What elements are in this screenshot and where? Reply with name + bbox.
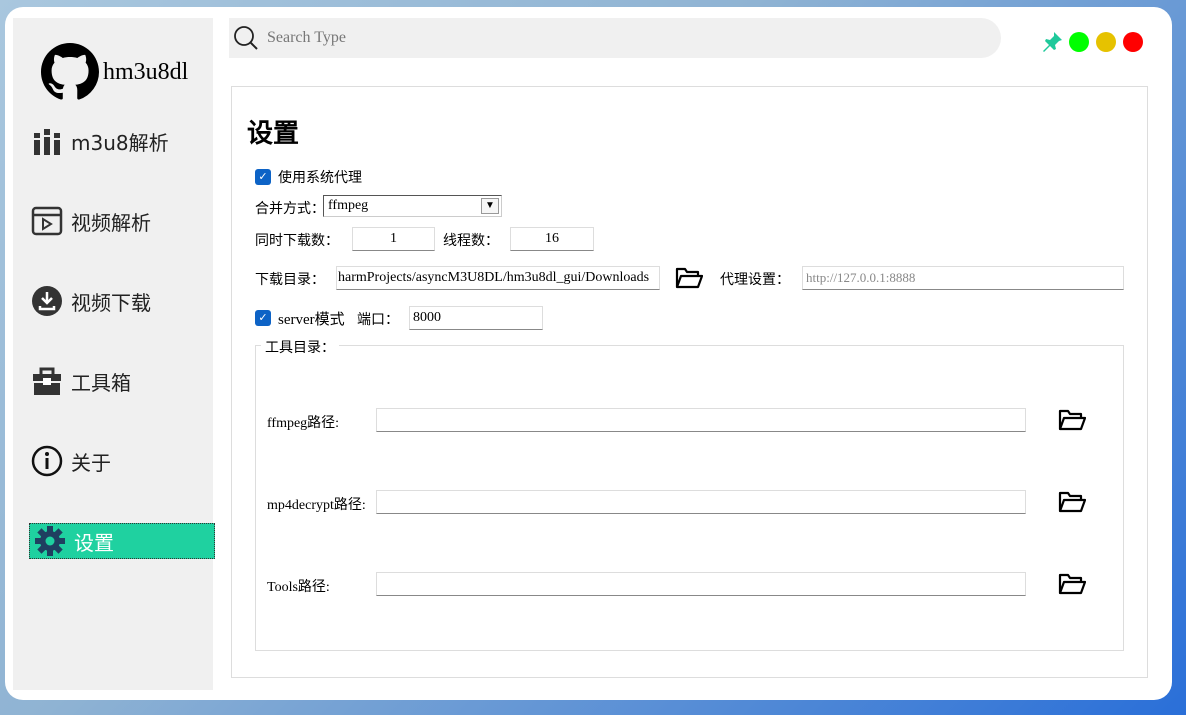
maximize-button[interactable] (1069, 32, 1089, 52)
system-proxy-label: 使用系统代理 (278, 170, 362, 186)
sidebar-item-about[interactable]: 关于 (27, 443, 213, 479)
gear-icon (35, 526, 65, 556)
ffmpeg-path-input[interactable] (376, 408, 1026, 432)
merge-mode-label: 合并方式： (255, 201, 325, 217)
sidebar-item-m3u8[interactable]: m3u8解析 (27, 123, 213, 159)
proxy-input[interactable] (802, 266, 1124, 290)
system-proxy-checkbox[interactable]: ✓ (255, 169, 271, 185)
folder-open-icon[interactable] (675, 266, 703, 290)
tools-path-input[interactable] (376, 572, 1026, 596)
search-icon (234, 26, 258, 50)
mp4decrypt-path-input[interactable] (376, 490, 1026, 514)
tools-path-label: Tools路径: (267, 580, 330, 595)
sidebar-item-toolbox[interactable]: 工具箱 (27, 363, 213, 399)
sidebar-item-video-download[interactable]: 视频下载 (27, 283, 213, 319)
sidebar-item-label: 视频解析 (71, 212, 151, 235)
sidebar-item-label: m3u8解析 (71, 130, 169, 155)
concurrent-downloads-label: 同时下载数： (255, 233, 339, 249)
folder-open-icon[interactable] (1058, 572, 1086, 596)
minimize-button[interactable] (1096, 32, 1116, 52)
app-name: hm3u8dl (103, 58, 189, 85)
folder-open-icon[interactable] (1058, 408, 1086, 432)
toolbox-icon (33, 367, 61, 395)
sidebar-item-settings[interactable]: 设置 (29, 523, 215, 559)
port-label: 端口： (357, 312, 399, 328)
threads-label: 线程数： (443, 233, 499, 249)
folder-open-icon[interactable] (1058, 490, 1086, 514)
info-icon (31, 445, 63, 477)
chevron-down-icon: ▼ (481, 198, 499, 214)
pin-icon[interactable] (1041, 31, 1063, 53)
books-icon (34, 129, 60, 155)
sidebar-item-label: 设置 (74, 532, 114, 555)
merge-mode-select[interactable]: ffmpeg ▼ (323, 195, 502, 217)
github-icon (41, 43, 99, 100)
close-button[interactable] (1123, 32, 1143, 52)
sidebar-item-video-parse[interactable]: 视频解析 (27, 203, 213, 239)
proxy-label: 代理设置： (720, 272, 790, 288)
app-logo: hm3u8dl (41, 43, 188, 101)
tools-group-label: 工具目录： (261, 337, 339, 357)
threads-input[interactable] (510, 227, 594, 251)
download-dir-label: 下载目录： (255, 272, 325, 288)
sidebar-item-label: 工具箱 (71, 372, 131, 395)
settings-panel: 设置 ✓ 使用系统代理 合并方式： ffmpeg ▼ 同时下载数： 线程数： 下载… (231, 86, 1148, 678)
server-mode-checkbox[interactable]: ✓ (255, 310, 271, 326)
download-dir-input[interactable] (336, 266, 660, 290)
download-icon (32, 286, 62, 316)
page-title: 设置 (247, 119, 300, 149)
ffmpeg-path-label: ffmpeg路径: (267, 416, 340, 431)
server-mode-label: server模式 (278, 312, 345, 328)
search-input[interactable] (267, 29, 867, 47)
sidebar: hm3u8dl m3u8解析 视频解析 视频下载 工具箱 关于 设置 (13, 18, 215, 690)
mp4decrypt-path-label: mp4decrypt路径: (267, 498, 366, 513)
sidebar-item-label: 关于 (71, 452, 111, 475)
merge-mode-value: ffmpeg (328, 198, 369, 213)
port-input[interactable] (409, 306, 543, 330)
video-clapper-icon (31, 206, 63, 236)
app-window: hm3u8dl m3u8解析 视频解析 视频下载 工具箱 关于 设置 设置 ✓ … (5, 7, 1172, 700)
concurrent-downloads-input[interactable] (352, 227, 435, 251)
search-bar (229, 18, 1001, 58)
sidebar-item-label: 视频下载 (71, 292, 151, 315)
